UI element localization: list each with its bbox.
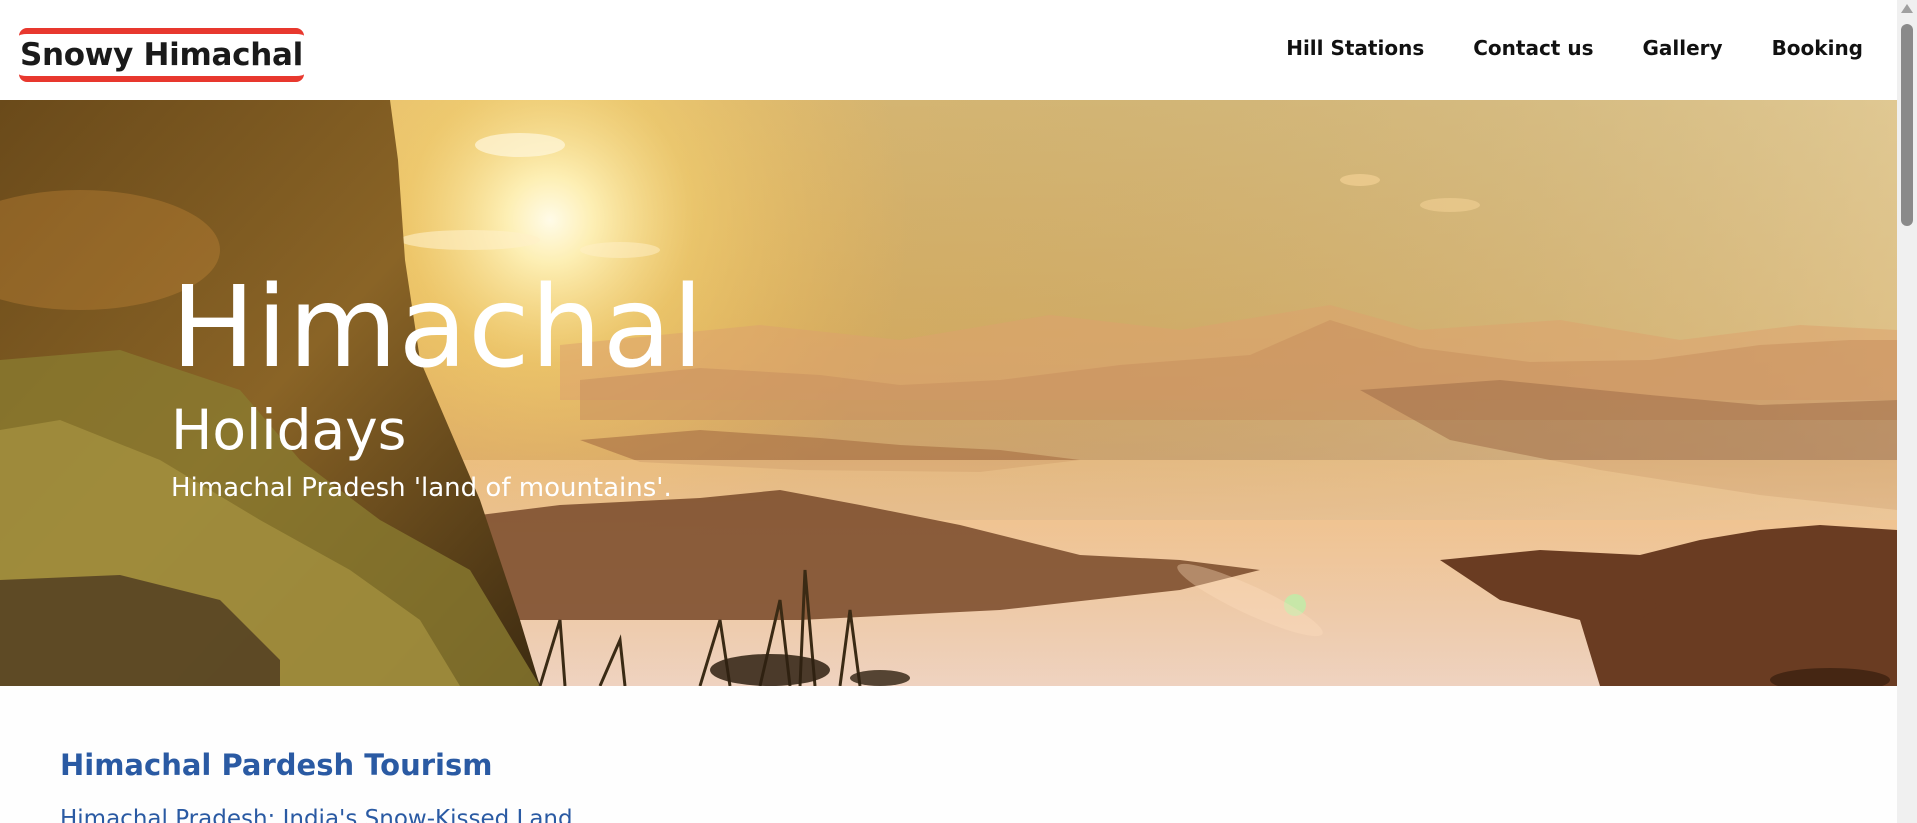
- hero-banner: Himachal Holidays Himachal Pradesh 'land…: [0, 100, 1897, 686]
- hero-tagline: Himachal Pradesh 'land of mountains'.: [171, 473, 672, 503]
- hero-title: Himachal: [171, 263, 705, 393]
- article-link[interactable]: Himachal Pradesh: India's Snow-Kissed La…: [60, 806, 573, 823]
- section-heading: Himachal Pardesh Tourism: [60, 748, 493, 782]
- hero-subtitle: Holidays: [171, 398, 407, 462]
- site-header: Snowy Himachal Hill Stations Contact us …: [0, 0, 1897, 100]
- scroll-thumb[interactable]: [1901, 24, 1913, 226]
- nav-gallery[interactable]: Gallery: [1642, 36, 1722, 60]
- scroll-up-arrow-icon[interactable]: [1901, 4, 1913, 13]
- nav-hill-stations[interactable]: Hill Stations: [1286, 36, 1424, 60]
- vertical-scrollbar[interactable]: [1897, 0, 1917, 823]
- site-logo[interactable]: Snowy Himachal: [19, 28, 304, 82]
- nav-contact-us[interactable]: Contact us: [1473, 36, 1593, 60]
- nav-booking[interactable]: Booking: [1772, 36, 1863, 60]
- main-nav: Hill Stations Contact us Gallery Booking: [1286, 36, 1863, 60]
- hero-landscape-image: [0, 100, 1897, 686]
- page: Snowy Himachal Hill Stations Contact us …: [0, 0, 1897, 823]
